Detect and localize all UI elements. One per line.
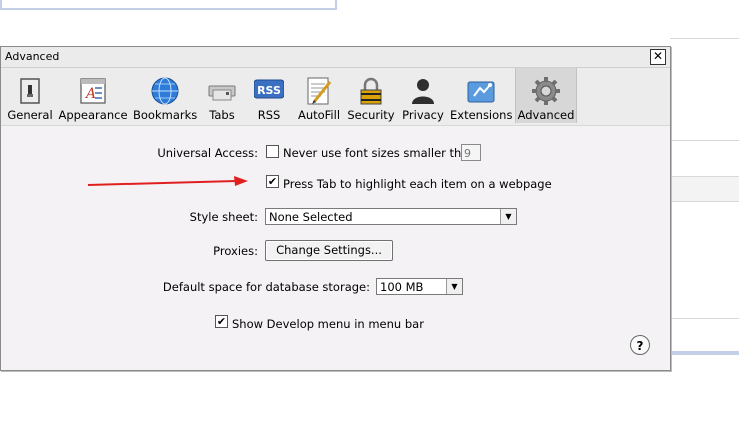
db-storage-label: Default space for database storage: [162, 280, 370, 294]
tabs-icon [208, 85, 236, 101]
tab-highlight-checkbox[interactable]: ✔ [266, 175, 279, 188]
min-font-size-field[interactable]: 9 [461, 144, 481, 161]
universal-access-label: Universal Access: [157, 146, 258, 160]
tab-highlight-label: Press Tab to highlight each item on a we… [283, 177, 552, 191]
bookmarks-icon [151, 77, 179, 105]
develop-menu-label: Show Develop menu in menu bar [232, 317, 424, 331]
develop-menu-checkbox[interactable]: ✔ [215, 315, 228, 328]
proxies-label: Proxies: [213, 244, 258, 258]
tab-tabs-label: Tabs [209, 108, 235, 122]
chevron-down-icon: ▼ [500, 209, 516, 224]
tab-autofill-label: AutoFill [297, 108, 341, 122]
privacy-icon [412, 79, 434, 104]
stylesheet-label: Style sheet: [189, 210, 258, 224]
chevron-down-icon: ▼ [446, 279, 462, 294]
background-divider [670, 140, 739, 141]
stylesheet-select[interactable]: None Selected ▼ [265, 208, 517, 225]
tab-general-label: General [7, 108, 53, 122]
tab-general[interactable]: General [7, 72, 53, 122]
db-storage-value: 100 MB [380, 280, 424, 294]
extensions-icon [467, 81, 495, 103]
stylesheet-value: None Selected [269, 210, 353, 224]
tab-extensions[interactable]: Extensions [450, 72, 512, 122]
tab-advanced-label: Advanced [517, 108, 575, 122]
security-icon [360, 77, 382, 105]
gear-icon [532, 77, 560, 105]
tab-bookmarks[interactable]: Bookmarks [133, 72, 197, 122]
tab-rss-label: RSS [257, 108, 281, 122]
tab-privacy-label: Privacy [402, 108, 444, 122]
tab-bookmarks-label: Bookmarks [133, 108, 198, 122]
rss-icon: RSS [254, 79, 284, 99]
tab-extensions-label: Extensions [450, 108, 513, 122]
background-accent-bar [670, 351, 739, 355]
tab-appearance[interactable]: A Appearance [57, 72, 129, 122]
tab-security-label: Security [347, 108, 395, 122]
tab-rss[interactable]: RSS RSS [248, 72, 290, 122]
annotation-arrow [87, 176, 248, 186]
background-panel [0, 0, 337, 10]
tab-privacy[interactable]: Privacy [400, 72, 446, 122]
background-strip [670, 176, 739, 202]
db-storage-select[interactable]: 100 MB ▼ [376, 278, 463, 295]
background-divider [670, 318, 739, 319]
preferences-toolbar: General A Appearance Bookmarks Tabs RSS … [1, 68, 670, 126]
advanced-settings-panel: Universal Access: Never use font sizes s… [1, 126, 670, 370]
min-font-size-checkbox[interactable] [266, 145, 279, 158]
tab-autofill[interactable]: AutoFill [295, 72, 343, 122]
general-icon [20, 78, 40, 104]
help-button[interactable]: ? [630, 335, 650, 355]
autofill-icon [307, 77, 332, 105]
background-divider [670, 38, 739, 39]
svg-text:A: A [84, 86, 96, 102]
close-button[interactable]: ✕ [650, 49, 666, 65]
tab-appearance-label: Appearance [58, 108, 128, 122]
appearance-icon: A [80, 78, 106, 104]
tab-advanced[interactable]: Advanced [515, 68, 577, 123]
min-font-size-label: Never use font sizes smaller than [283, 146, 476, 160]
title-bar: Advanced ✕ [1, 47, 670, 68]
window-title: Advanced [5, 50, 60, 63]
tab-security[interactable]: Security [347, 72, 395, 122]
tab-tabs[interactable]: Tabs [201, 72, 243, 122]
change-settings-button[interactable]: Change Settings... [265, 240, 393, 261]
advanced-preferences-dialog: Advanced ✕ General A Appearance Bookmark… [0, 46, 671, 371]
rss-badge-text: RSS [257, 84, 281, 97]
